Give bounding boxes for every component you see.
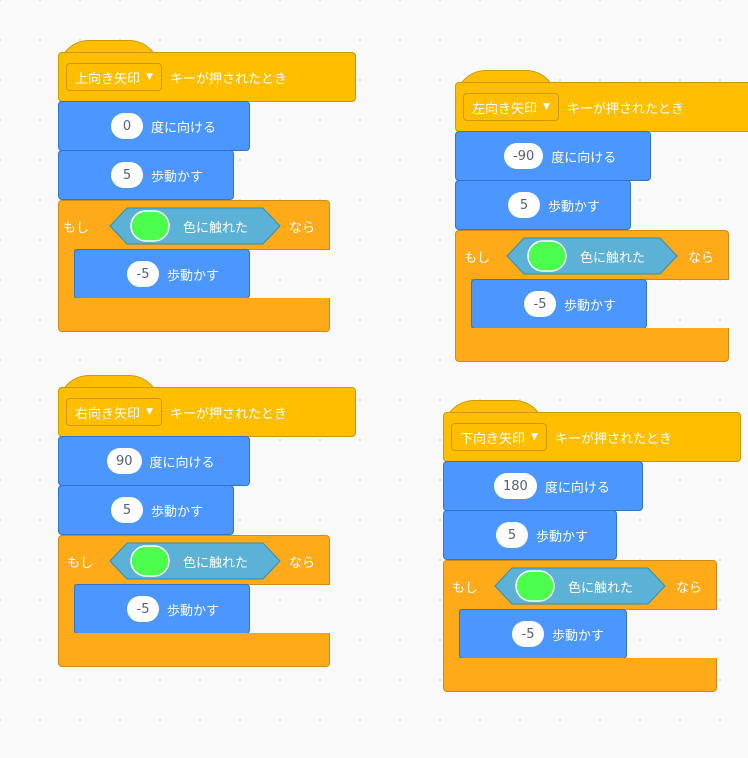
- key-option: 上向き矢印: [75, 71, 141, 87]
- direction-label: 度に向ける: [544, 480, 610, 496]
- direction-label: 度に向ける: [551, 150, 617, 166]
- if-block-footer[interactable]: [58, 633, 330, 667]
- inner-move-steps-block[interactable]: -5 歩動かす: [471, 279, 647, 329]
- direction-input[interactable]: 180: [494, 473, 537, 499]
- steps-input[interactable]: 5: [111, 497, 143, 523]
- if-block-arm: [455, 279, 472, 329]
- point-in-direction-block[interactable]: 90 度に向ける: [58, 436, 250, 486]
- hat-label: キーが押されたとき: [169, 71, 287, 87]
- key-dropdown[interactable]: 下向き矢印 ▼: [451, 423, 547, 451]
- move-label: 歩動かす: [151, 504, 204, 520]
- move-steps-block[interactable]: 5 歩動かす: [455, 180, 631, 230]
- if-label: もし: [464, 251, 491, 266]
- then-label: なら: [289, 556, 316, 571]
- then-label: なら: [688, 251, 715, 266]
- inner-move-label: 歩動かす: [167, 603, 220, 619]
- touching-label: 色に触れた: [183, 221, 249, 236]
- if-label: もし: [63, 221, 90, 236]
- key-dropdown[interactable]: 右向き矢印 ▼: [66, 398, 162, 426]
- key-dropdown[interactable]: 左向き矢印 ▼: [463, 93, 559, 121]
- move-steps-block[interactable]: 5 歩動かす: [58, 150, 234, 200]
- hat-label: キーが押されたとき: [566, 101, 684, 117]
- dropdown-caret-icon: ▼: [146, 407, 153, 417]
- direction-input[interactable]: 90: [107, 448, 142, 474]
- point-in-direction-block[interactable]: 0 度に向ける: [58, 101, 250, 151]
- color-swatch: [130, 210, 170, 242]
- inner-move-steps-block[interactable]: -5 歩動かす: [459, 609, 627, 659]
- direction-input[interactable]: 0: [111, 113, 143, 139]
- direction-label: 度に向ける: [149, 455, 215, 471]
- key-option: 右向き矢印: [75, 406, 141, 422]
- if-block-arm: [443, 609, 460, 659]
- if-label: もし: [452, 581, 479, 596]
- direction-label: 度に向ける: [151, 120, 217, 136]
- then-label: なら: [676, 581, 703, 596]
- key-dropdown[interactable]: 上向き矢印 ▼: [66, 63, 162, 91]
- inner-move-label: 歩動かす: [552, 628, 605, 644]
- then-label: なら: [289, 221, 316, 236]
- when-key-pressed-block[interactable]: 下向き矢印 ▼ キーが押されたとき: [443, 412, 741, 462]
- move-label: 歩動かす: [536, 529, 589, 545]
- touching-label: 色に触れた: [183, 556, 249, 571]
- when-key-pressed-block[interactable]: 左向き矢印 ▼ キーが押されたとき: [455, 82, 748, 132]
- inner-steps-input[interactable]: -5: [524, 291, 556, 317]
- inner-move-steps-block[interactable]: -5 歩動かす: [74, 584, 250, 634]
- steps-input[interactable]: 5: [496, 522, 528, 548]
- dropdown-caret-icon: ▼: [146, 72, 153, 82]
- if-block-arm: [58, 249, 75, 299]
- point-in-direction-block[interactable]: -90 度に向ける: [455, 131, 651, 181]
- when-key-pressed-block[interactable]: 上向き矢印 ▼ キーが押されたとき: [58, 52, 356, 102]
- if-block-header[interactable]: もし 色に触れた なら: [58, 535, 330, 585]
- inner-move-steps-block[interactable]: -5 歩動かす: [74, 249, 250, 299]
- inner-move-label: 歩動かす: [564, 298, 617, 314]
- move-label: 歩動かす: [151, 169, 204, 185]
- move-steps-block[interactable]: 5 歩動かす: [443, 510, 617, 560]
- dropdown-caret-icon: ▼: [543, 102, 550, 112]
- point-in-direction-block[interactable]: 180 度に向ける: [443, 461, 643, 511]
- if-block-header[interactable]: もし 色に触れた なら: [455, 230, 729, 280]
- move-label: 歩動かす: [548, 199, 601, 215]
- color-swatch: [515, 570, 555, 602]
- steps-input[interactable]: 5: [111, 162, 143, 188]
- if-block-header[interactable]: もし 色に触れた なら: [58, 200, 330, 250]
- direction-input[interactable]: -90: [504, 143, 544, 169]
- color-swatch: [527, 240, 567, 272]
- touching-label: 色に触れた: [580, 251, 646, 266]
- if-block-header[interactable]: もし 色に触れた なら: [443, 560, 717, 610]
- move-steps-block[interactable]: 5 歩動かす: [58, 485, 234, 535]
- touching-label: 色に触れた: [568, 581, 634, 596]
- inner-steps-input[interactable]: -5: [512, 621, 544, 647]
- inner-steps-input[interactable]: -5: [127, 261, 159, 287]
- if-label: もし: [67, 556, 94, 571]
- inner-move-label: 歩動かす: [167, 268, 220, 284]
- steps-input[interactable]: 5: [508, 192, 540, 218]
- key-option: 下向き矢印: [460, 431, 526, 447]
- key-option: 左向き矢印: [472, 101, 538, 117]
- hat-label: キーが押されたとき: [169, 406, 287, 422]
- dropdown-caret-icon: ▼: [531, 432, 538, 442]
- if-block-footer[interactable]: [443, 658, 717, 692]
- if-block-arm: [58, 584, 75, 634]
- when-key-pressed-block[interactable]: 右向き矢印 ▼ キーが押されたとき: [58, 387, 356, 437]
- if-block-footer[interactable]: [455, 328, 729, 362]
- color-swatch: [130, 545, 170, 577]
- hat-label: キーが押されたとき: [554, 431, 672, 447]
- inner-steps-input[interactable]: -5: [127, 596, 159, 622]
- if-block-footer[interactable]: [58, 298, 330, 332]
